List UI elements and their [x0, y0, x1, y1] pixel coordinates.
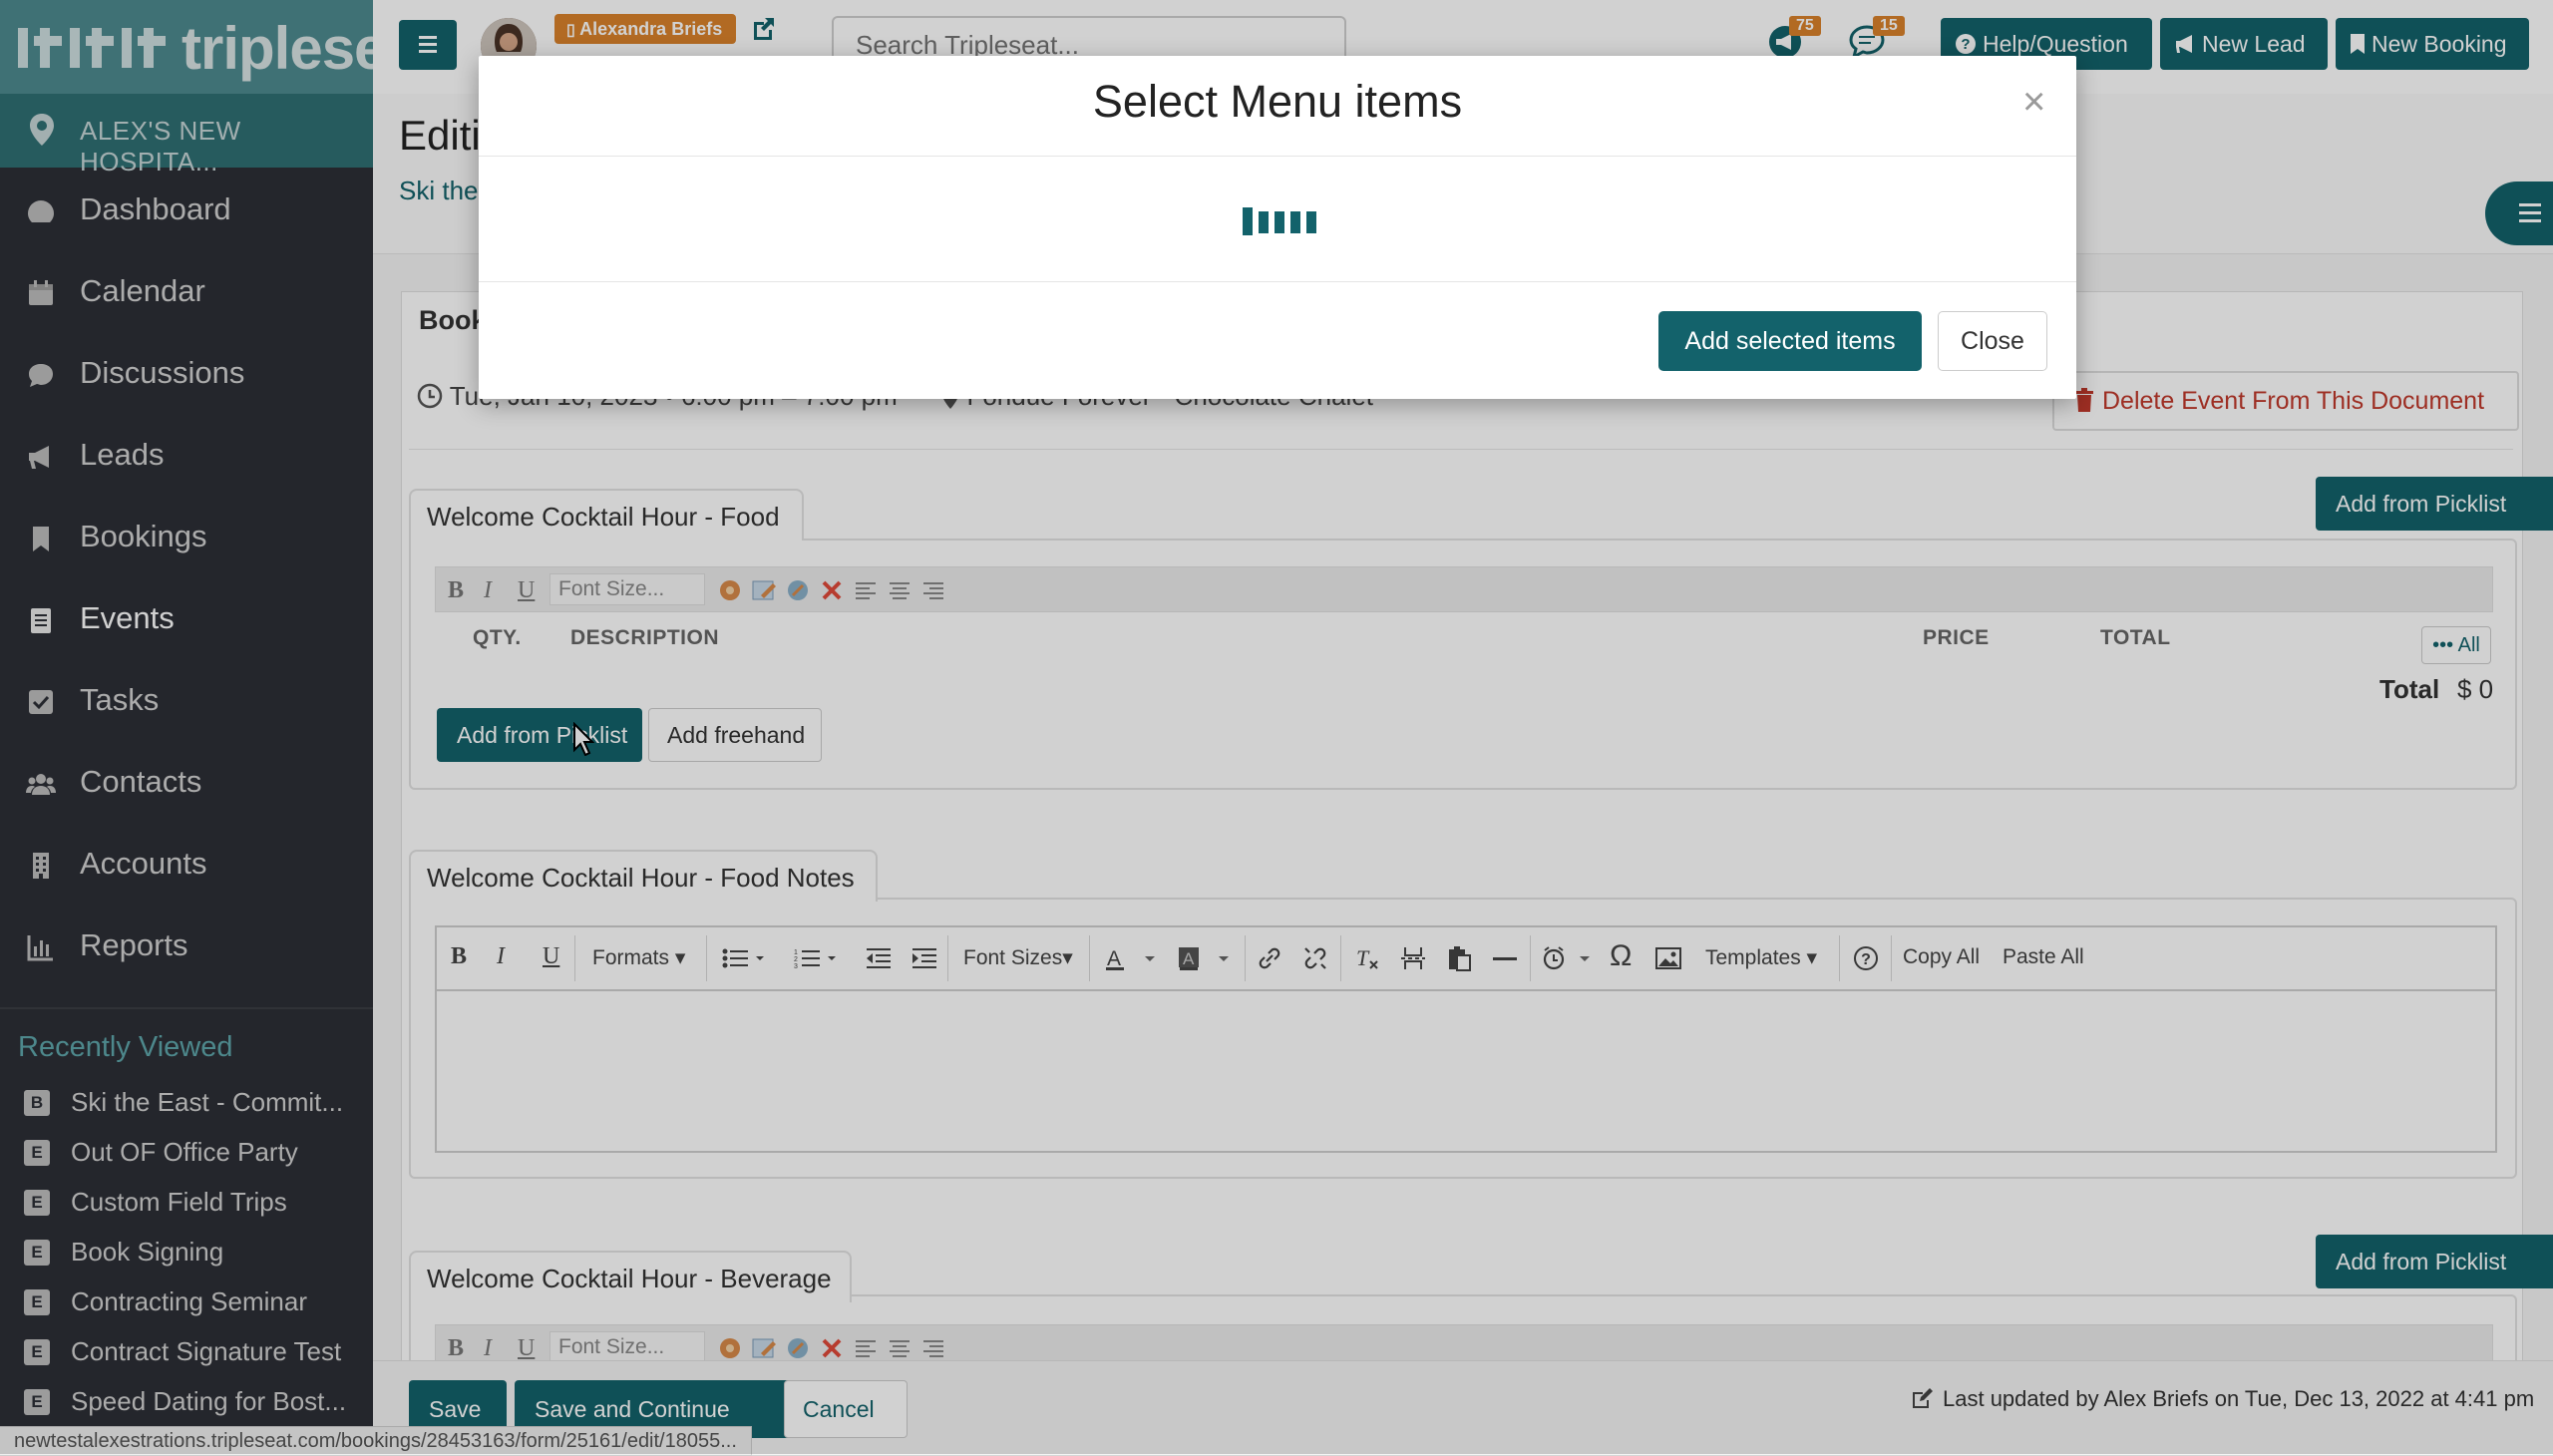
loading-spinner-icon — [1243, 207, 1316, 235]
modal-divider — [479, 281, 2076, 282]
modal-divider — [479, 156, 2076, 157]
close-icon[interactable]: × — [2022, 82, 2045, 122]
close-button[interactable]: Close — [1938, 311, 2047, 371]
select-menu-items-modal: Select Menu items × Add selected items C… — [479, 56, 2076, 399]
add-selected-items-button[interactable]: Add selected items — [1658, 311, 1922, 371]
modal-title: Select Menu items — [1092, 76, 1463, 127]
